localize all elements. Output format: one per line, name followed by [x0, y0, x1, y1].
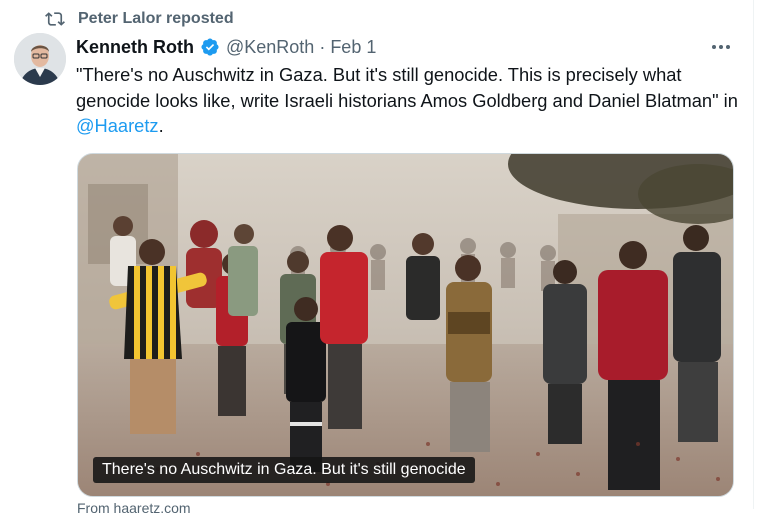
header-separator: · [319, 36, 326, 57]
repost-icon [44, 9, 66, 29]
media-caption: There's no Auschwitz in Gaza. But it's s… [93, 457, 475, 483]
avatar[interactable] [14, 33, 66, 85]
verified-badge-icon[interactable] [200, 37, 220, 57]
more-dot-icon [712, 45, 716, 49]
link-card-domain[interactable]: From haaretz.com [77, 500, 191, 516]
post-text: "There's no Auschwitz in Gaza. But it's … [76, 62, 738, 139]
repost-indicator[interactable]: Peter Lalor reposted [44, 8, 234, 30]
more-options-button[interactable] [706, 36, 736, 58]
post-text-end: . [158, 115, 164, 136]
post-media-image[interactable] [77, 153, 734, 497]
author-name[interactable]: Kenneth Roth [76, 37, 194, 58]
post-header: Kenneth Roth @KenRoth · Feb 1 [76, 36, 376, 58]
more-dot-icon [719, 45, 723, 49]
post-body-text: "There's no Auschwitz in Gaza. But it's … [76, 64, 738, 111]
repost-label: Peter Lalor reposted [78, 10, 234, 27]
mention-link[interactable]: @Haaretz [76, 115, 159, 136]
post-date[interactable]: Feb 1 [330, 37, 376, 58]
timeline-column-border [753, 0, 754, 509]
author-handle[interactable]: @KenRoth [226, 37, 314, 58]
more-dot-icon [726, 45, 730, 49]
